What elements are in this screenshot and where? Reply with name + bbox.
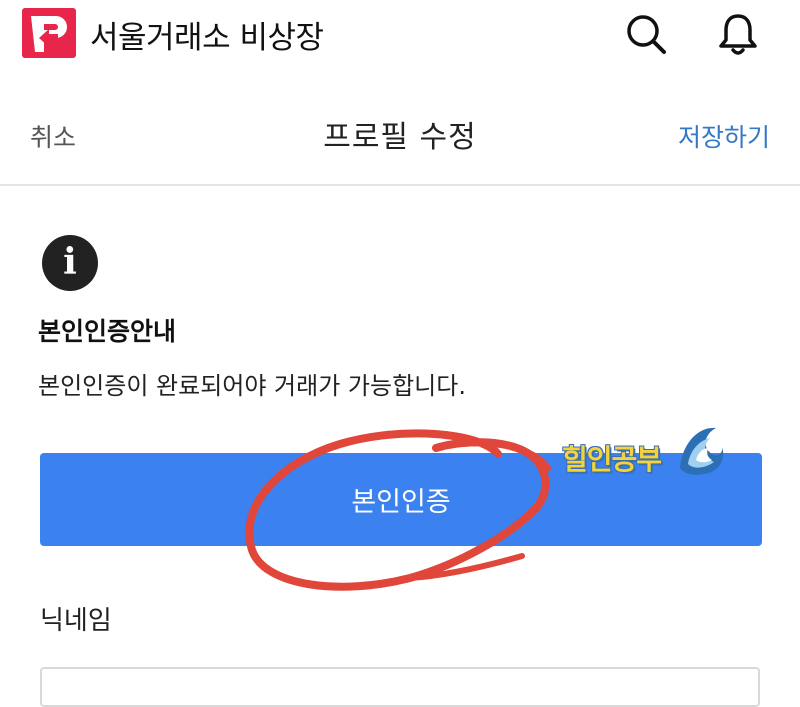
search-icon[interactable] [622, 10, 670, 58]
app-title: 서울거래소 비상장 [90, 20, 324, 56]
nickname-label: 닉네임 [40, 606, 112, 636]
bell-icon[interactable] [714, 10, 762, 58]
verification-notice-text: 본인인증이 완료되어야 거래가 가능합니다. [38, 372, 466, 400]
profile-edit-header: 취소 프로필 수정 저장하기 [0, 90, 800, 186]
watermark-text: 힐인공부 [562, 443, 662, 476]
wave-icon [680, 427, 724, 475]
logo-glyph [31, 16, 67, 52]
watermark: 힐인공부 [558, 418, 728, 488]
info-icon: i [42, 235, 98, 291]
save-button[interactable]: 저장하기 [678, 118, 770, 154]
app-bar: 서울거래소 비상장 [0, 0, 800, 68]
nickname-input[interactable] [40, 667, 760, 707]
seoul-exchange-logo-icon[interactable] [22, 8, 76, 58]
verification-notice-title: 본인인증안내 [38, 317, 177, 346]
